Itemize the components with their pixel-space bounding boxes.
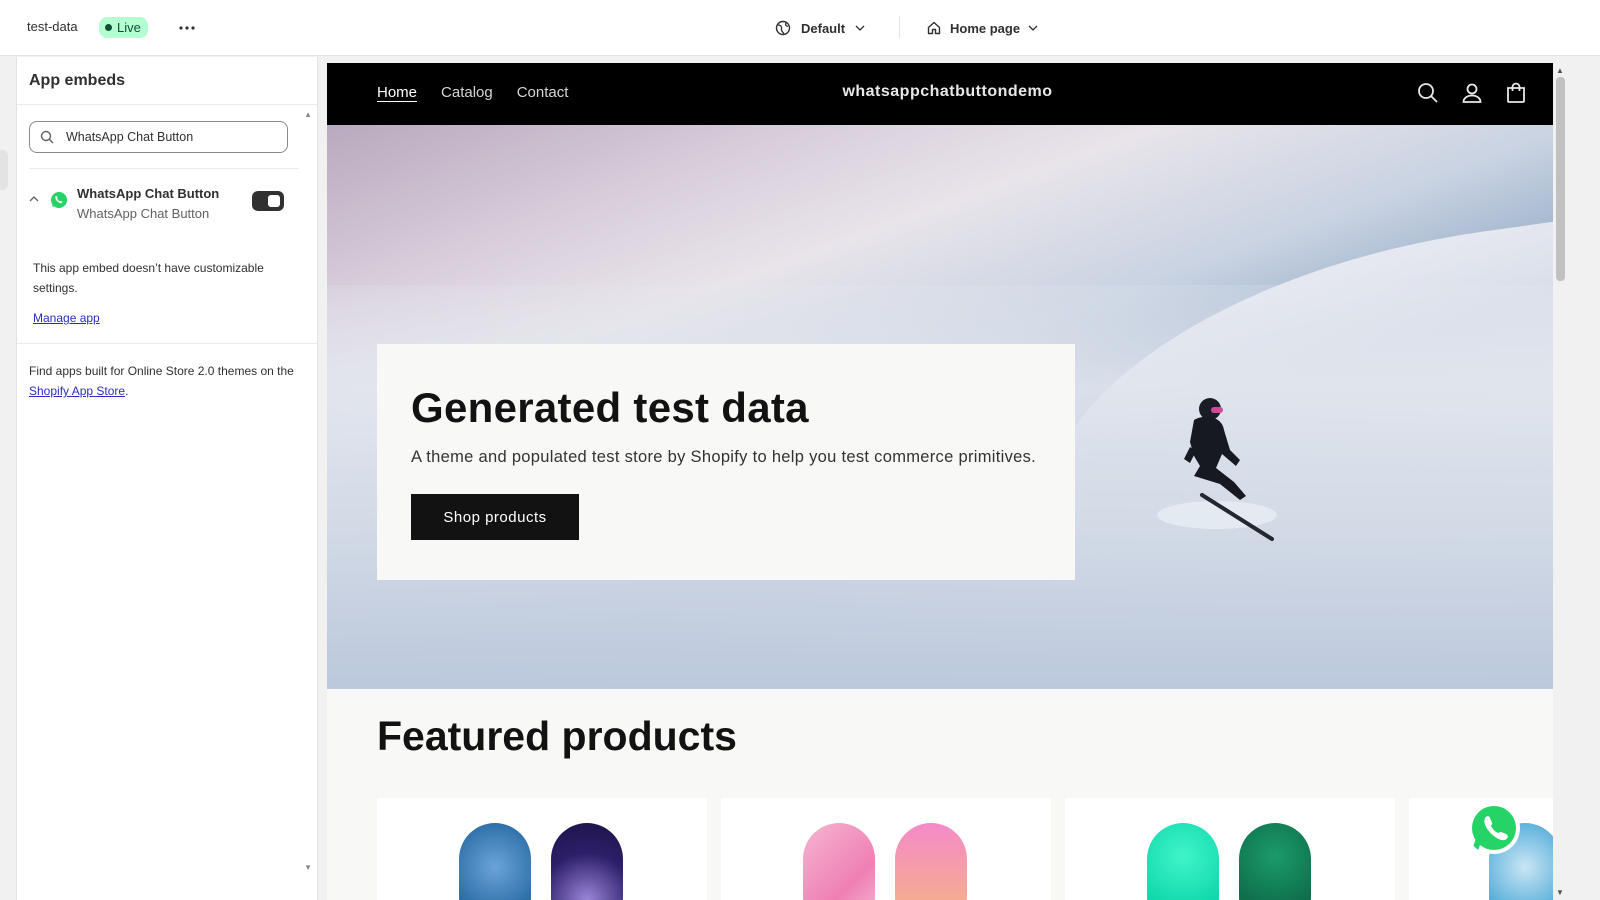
- left-rail-tab[interactable]: [0, 150, 8, 190]
- more-icon: [179, 26, 195, 30]
- snowboarder-image: [1157, 398, 1277, 541]
- product-card[interactable]: [721, 798, 1051, 900]
- account-icon[interactable]: [1460, 81, 1484, 105]
- preview-scrollbar[interactable]: ▲ ▼: [1553, 63, 1568, 900]
- hero-title: Generated test data: [411, 384, 809, 431]
- find-apps-text: Find apps built for Online Store 2.0 the…: [29, 361, 299, 401]
- page-selector[interactable]: Home page: [926, 16, 1038, 40]
- embed-note: This app embed doesn’t have customizable…: [33, 261, 264, 295]
- live-dot-icon: [105, 24, 112, 31]
- find-apps-prefix: Find apps built for Online Store 2.0 the…: [29, 364, 294, 378]
- product-board-image: [551, 823, 623, 900]
- hero-banner: Generated test data A theme and populate…: [327, 125, 1568, 689]
- chevron-up-icon[interactable]: [28, 193, 40, 205]
- page-selector-label: Home page: [950, 20, 1021, 36]
- product-board-image: [459, 823, 531, 900]
- product-board-image: [1147, 823, 1219, 900]
- search-field[interactable]: [29, 121, 288, 153]
- app-embed-item: WhatsApp Chat Button WhatsApp Chat Butto…: [17, 183, 317, 227]
- more-actions-button[interactable]: [175, 16, 199, 40]
- store-name[interactable]: test-data: [27, 19, 78, 34]
- chevron-down-icon: [855, 25, 865, 31]
- topbar-divider: [899, 16, 900, 38]
- cart-icon[interactable]: [1504, 81, 1528, 105]
- scrollbar-thumb[interactable]: [1556, 77, 1565, 281]
- globe-icon: [775, 20, 791, 36]
- editor-topbar: test-data Live Default Home page: [0, 0, 1600, 56]
- scroll-up-icon[interactable]: ▲: [1556, 66, 1564, 75]
- embed-subtitle: WhatsApp Chat Button: [77, 206, 210, 221]
- product-card[interactable]: [1065, 798, 1395, 900]
- find-apps-suffix: .: [125, 384, 129, 398]
- product-board-image: [1239, 823, 1311, 900]
- sidebar-title: App embeds: [17, 57, 317, 105]
- manage-app-link[interactable]: Manage app: [33, 311, 100, 325]
- chevron-down-icon: [1028, 25, 1038, 31]
- featured-products-title: Featured products: [377, 713, 737, 759]
- hero-subtitle: A theme and populated test store by Shop…: [411, 448, 1037, 466]
- status-badge-label: Live: [117, 20, 141, 35]
- store-title[interactable]: whatsappchatbuttondemo: [327, 83, 1568, 101]
- scroll-down-icon[interactable]: ▼: [304, 863, 312, 872]
- product-board-image: [895, 823, 967, 900]
- theme-selector-label: Default: [801, 20, 846, 36]
- product-board-image: [803, 823, 875, 900]
- header-icons: [1416, 81, 1528, 105]
- scroll-down-icon[interactable]: ▼: [1556, 888, 1564, 897]
- home-icon: [927, 21, 941, 35]
- status-badge: Live: [99, 17, 148, 38]
- divider: [29, 168, 299, 169]
- shopify-app-store-link[interactable]: Shopify App Store: [29, 384, 125, 398]
- divider: [17, 343, 317, 344]
- scroll-up-icon[interactable]: ▲: [304, 110, 312, 119]
- app-embeds-sidebar: App embeds ▲ WhatsApp Chat Button WhatsA…: [16, 57, 318, 900]
- product-card[interactable]: [377, 798, 707, 900]
- toggle-knob: [268, 195, 280, 207]
- store-header: Home Catalog Contact whatsappchatbuttond…: [327, 63, 1568, 125]
- search-icon[interactable]: [1416, 81, 1440, 105]
- theme-selector[interactable]: Default: [775, 16, 865, 40]
- theme-preview: Home Catalog Contact whatsappchatbuttond…: [327, 63, 1568, 900]
- shop-products-button[interactable]: Shop products: [411, 494, 579, 540]
- embed-title: WhatsApp Chat Button: [77, 186, 220, 201]
- embed-toggle[interactable]: [252, 191, 284, 211]
- whatsapp-chat-button[interactable]: [1467, 801, 1521, 855]
- whatsapp-icon: [51, 192, 67, 208]
- search-icon: [40, 130, 54, 144]
- hero-text-card: Generated test data A theme and populate…: [377, 344, 1075, 580]
- search-input[interactable]: [66, 130, 266, 144]
